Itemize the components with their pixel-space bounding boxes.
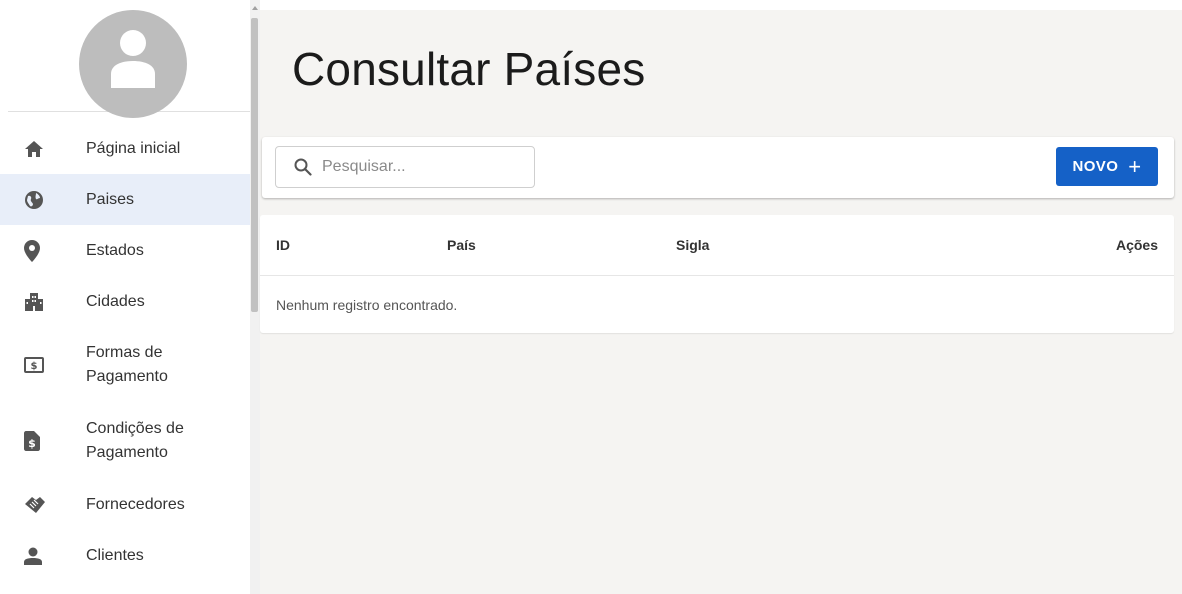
page-title: Consultar Países (292, 43, 646, 95)
handshake-icon (24, 493, 56, 517)
main-content: Consultar Países NOVO + ID País Sigla Aç… (260, 10, 1182, 594)
column-header-id[interactable]: ID (276, 237, 290, 253)
sidebar-item-formas-de-pagamento[interactable]: $ Formas de Pagamento (0, 327, 250, 403)
sidebar-item-clientes[interactable]: Clientes (0, 530, 250, 581)
scroll-up-arrow-icon[interactable] (252, 6, 258, 10)
column-header-sigla[interactable]: Sigla (676, 237, 709, 253)
search-icon (294, 158, 312, 176)
sidebar-item-label: Condições de Pagamento (86, 420, 184, 461)
home-icon (24, 137, 56, 161)
globe-icon (24, 188, 56, 212)
svg-text:$: $ (31, 361, 38, 372)
sidebar-item-estados[interactable]: Estados (0, 225, 250, 276)
sidebar-item-label: Estados (86, 241, 144, 259)
sidebar-item-label: Página inicial (86, 139, 181, 157)
toolbar: NOVO + (262, 137, 1174, 198)
sidebar-item-label: Cidades (86, 292, 145, 310)
search-box[interactable] (275, 146, 535, 188)
search-input[interactable] (322, 158, 522, 176)
sidebar-item-label: Fornecedores (86, 495, 185, 513)
plus-icon: + (1128, 153, 1142, 179)
column-header-acoes: Ações (1115, 237, 1158, 253)
sidebar: Página inicial Paises Estados Cidades $ … (0, 0, 250, 594)
invoice-icon: $ (24, 429, 56, 453)
user-icon (111, 30, 155, 88)
new-button-label: NOVO (1072, 158, 1119, 175)
person-icon (24, 544, 56, 568)
profile-section (8, 0, 250, 118)
sidebar-item-label: Formas de Pagamento (86, 344, 168, 385)
city-icon (24, 290, 56, 314)
location-pin-icon (24, 239, 56, 263)
sidebar-item-paises[interactable]: Paises (0, 174, 250, 225)
table-header: ID País Sigla Ações (260, 215, 1174, 276)
sidebar-item-condicoes-de-pagamento[interactable]: $ Condições de Pagamento (0, 403, 250, 479)
sidebar-scrollbar-thumb[interactable] (251, 18, 258, 312)
sidebar-item-fornecedores[interactable]: Fornecedores (0, 479, 250, 530)
sidebar-item-pagina-inicial[interactable]: Página inicial (0, 123, 250, 174)
sidebar-item-label: Paises (86, 190, 135, 208)
avatar[interactable] (79, 10, 187, 118)
countries-table: ID País Sigla Ações Nenhum registro enco… (260, 215, 1174, 333)
new-button[interactable]: NOVO + (1056, 147, 1158, 186)
money-icon: $ (24, 353, 56, 377)
sidebar-nav: Página inicial Paises Estados Cidades $ … (0, 123, 250, 581)
svg-text:$: $ (28, 437, 36, 450)
empty-table-message: Nenhum registro encontrado. (276, 297, 458, 313)
sidebar-item-cidades[interactable]: Cidades (0, 276, 250, 327)
column-header-pais[interactable]: País (447, 237, 476, 253)
sidebar-item-label: Clientes (86, 546, 144, 564)
